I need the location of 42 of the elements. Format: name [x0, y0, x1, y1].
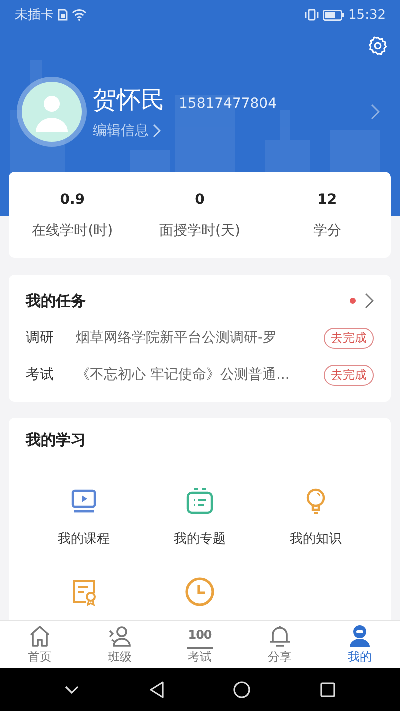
- stat-label: 学分: [313, 222, 342, 240]
- settings-icon[interactable]: [368, 36, 388, 56]
- back-icon[interactable]: [148, 680, 165, 698]
- stat-value: 0.9: [60, 192, 86, 208]
- stat-label: 在线学时(时): [32, 222, 114, 240]
- learning-item[interactable]: 我的专题: [174, 530, 226, 548]
- task-type: 调研: [26, 329, 55, 347]
- user-name: 贺怀民: [93, 85, 165, 116]
- tab[interactable]: 我的: [320, 621, 400, 668]
- chevron-right-icon[interactable]: [371, 104, 380, 120]
- tab[interactable]: 分享: [240, 621, 320, 668]
- chevron-down-icon[interactable]: [64, 684, 80, 694]
- task-title[interactable]: 烟草网络学院新平台公测调研-罗: [76, 329, 318, 347]
- learning-item[interactable]: 我的知识: [290, 530, 342, 548]
- tab[interactable]: 班级: [80, 621, 160, 668]
- stat-label: 面授学时(天): [160, 222, 240, 240]
- sim-icon: [58, 9, 68, 21]
- stat-value: 0: [195, 192, 205, 208]
- learning-item[interactable]: 我的课程: [58, 530, 110, 548]
- complete-button[interactable]: 去完成: [324, 364, 374, 386]
- clock-text: 15:32: [348, 8, 386, 22]
- avatar-icon[interactable]: [16, 76, 88, 148]
- bell-icon: [267, 623, 293, 649]
- chevron-right-icon: [153, 124, 161, 138]
- battery-icon: [322, 10, 345, 20]
- chevron-right-icon[interactable]: [365, 293, 374, 309]
- section-title: 我的任务: [26, 292, 86, 310]
- task-type: 考试: [26, 366, 55, 384]
- edit-info-link[interactable]: 编辑信息: [93, 122, 371, 140]
- task-title[interactable]: 《不忘初心 牢记使命》公测普通...: [76, 366, 318, 384]
- wifi-icon: [72, 9, 87, 21]
- vibrate-icon: [304, 9, 319, 21]
- tab[interactable]: 100 考试: [160, 621, 240, 668]
- section-title: 我的学习: [26, 430, 86, 450]
- home-button-icon[interactable]: [233, 680, 252, 698]
- phone-number: 15817477804: [179, 96, 277, 112]
- stat-value: 12: [318, 192, 338, 208]
- tab[interactable]: 首页: [0, 621, 80, 668]
- recents-icon[interactable]: [320, 682, 336, 698]
- complete-button[interactable]: 去完成: [324, 328, 374, 348]
- carrier-text: 未插卡: [15, 7, 54, 24]
- user-icon: [347, 623, 373, 649]
